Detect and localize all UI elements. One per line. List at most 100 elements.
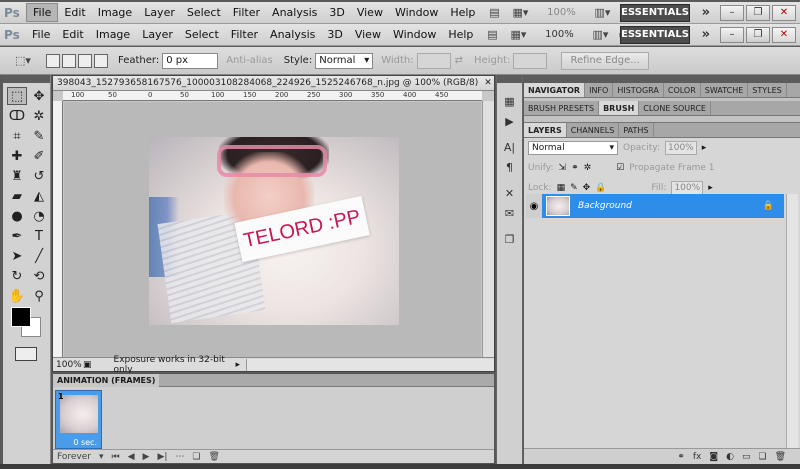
marquee-preset-icon[interactable]: ⬚▾	[12, 53, 34, 69]
opacity-input[interactable]: 100%	[665, 141, 697, 155]
lasso-tool-icon[interactable]: ↀ	[7, 107, 27, 125]
minimize-button[interactable]: –	[720, 26, 744, 43]
notes-icon[interactable]: ✉	[501, 205, 519, 221]
horizontal-ruler[interactable]: 100 50 0 50 100 150 200 250 300 350 400 …	[63, 91, 482, 101]
chevron-down-icon[interactable]: ▾	[99, 452, 104, 462]
character-icon[interactable]: A|	[501, 139, 519, 155]
canvas-area[interactable]: TELORD :PP	[64, 102, 481, 357]
eyedropper-tool-icon[interactable]: ✎	[29, 127, 49, 145]
eraser-tool-icon[interactable]: ▰	[7, 187, 27, 205]
menu-select[interactable]: Select	[181, 4, 227, 21]
menu-view[interactable]: View	[349, 26, 387, 43]
tab-brush-presets[interactable]: BRUSH PRESETS	[524, 101, 600, 115]
crop-tool-icon[interactable]: ⌗	[7, 127, 27, 145]
menu-filter[interactable]: Filter	[227, 4, 266, 21]
tab-color[interactable]: COLOR	[664, 83, 701, 97]
tab-swatches[interactable]: SWATCHE	[701, 83, 749, 97]
unify-position-icon[interactable]: ⇲	[559, 163, 567, 173]
tab-brush[interactable]: BRUSH	[599, 101, 640, 115]
menu-analysis[interactable]: Analysis	[264, 26, 321, 43]
menu-edit[interactable]: Edit	[58, 4, 91, 21]
loop-select[interactable]: Forever	[57, 452, 91, 462]
menu-select[interactable]: Select	[179, 26, 225, 43]
chevron-right-icon[interactable]: »	[702, 27, 710, 42]
delete-layer-icon[interactable]: 🗑	[775, 452, 786, 462]
tab-layers[interactable]: LAYERS	[524, 123, 567, 137]
status-icon[interactable]: ▣	[83, 360, 92, 370]
swap-icon[interactable]: ⇄	[455, 55, 463, 66]
arrange-icon[interactable]: ▥▾	[589, 27, 611, 43]
new-layer-icon[interactable]: ❏	[758, 452, 766, 462]
pen-tool-icon[interactable]: ✒	[7, 227, 27, 245]
zoom-level[interactable]: 100%	[531, 27, 587, 43]
bridge-icon[interactable]: ▤	[483, 5, 505, 21]
paragraph-icon[interactable]: ¶	[501, 159, 519, 175]
status-menu-icon[interactable]: ▸	[236, 360, 241, 370]
dock-header[interactable]	[524, 75, 800, 83]
menu-3d[interactable]: 3D	[321, 26, 348, 43]
menu-filter[interactable]: Filter	[225, 26, 264, 43]
actions-icon[interactable]: ▶	[501, 113, 519, 129]
propagate-checkbox[interactable]: ☑	[616, 163, 624, 173]
blend-mode-select[interactable]: Normal ▾	[528, 141, 618, 155]
paint-bucket-tool-icon[interactable]: ◭	[29, 187, 49, 205]
extras-icon[interactable]: ▦▾	[507, 27, 529, 43]
close-button[interactable]: ✕	[772, 26, 796, 43]
healing-brush-tool-icon[interactable]: ✚	[7, 147, 27, 165]
add-selection-icon[interactable]	[62, 53, 76, 68]
dodge-tool-icon[interactable]: ◔	[29, 207, 49, 225]
foreground-color-swatch[interactable]	[11, 307, 31, 327]
marquee-tool-icon[interactable]: ⬚	[7, 87, 27, 105]
link-layers-icon[interactable]: ⚭	[677, 452, 685, 462]
frame-delay[interactable]: 0 sec.	[73, 438, 97, 447]
menu-window[interactable]: Window	[387, 26, 442, 43]
unify-style-icon[interactable]: ✲	[584, 163, 592, 173]
menu-file[interactable]: File	[26, 3, 59, 22]
lock-pixels-icon[interactable]: ✎	[570, 183, 578, 193]
menu-file[interactable]: File	[26, 26, 56, 43]
arrange-icon[interactable]: ▥▾	[591, 5, 613, 21]
clone-stamp-tool-icon[interactable]: ♜	[7, 167, 27, 185]
extras-icon[interactable]: ▦▾	[509, 5, 531, 21]
lock-all-icon[interactable]: 🔒	[595, 183, 606, 193]
chevron-right-icon[interactable]: ▸	[702, 143, 707, 153]
lock-transparency-icon[interactable]: ▦	[557, 183, 566, 193]
layers-scrollbar[interactable]	[786, 194, 798, 469]
new-group-icon[interactable]: ▭	[742, 452, 751, 462]
tab-histogram[interactable]: HISTOGRA	[613, 83, 664, 97]
workspace-switcher[interactable]: ESSENTIALS	[620, 25, 690, 44]
vertical-ruler[interactable]	[53, 101, 63, 357]
history-brush-tool-icon[interactable]: ↺	[29, 167, 49, 185]
adjustment-layer-icon[interactable]: ◐	[726, 452, 734, 462]
tween-icon[interactable]: ⋯	[175, 452, 184, 462]
menu-view[interactable]: View	[351, 4, 389, 21]
tool-presets-icon[interactable]: ✕	[501, 185, 519, 201]
layer-comps-icon[interactable]: ❐	[501, 231, 519, 247]
restore-button[interactable]: ❐	[746, 26, 770, 43]
bridge-icon[interactable]: ▤	[481, 27, 503, 43]
quick-mask-icon[interactable]	[15, 347, 37, 361]
tab-info[interactable]: INFO	[585, 83, 614, 97]
tab-channels[interactable]: CHANNELS	[567, 123, 620, 137]
magic-wand-tool-icon[interactable]: ✲	[29, 107, 49, 125]
layer-style-icon[interactable]: fx	[693, 452, 702, 462]
style-select[interactable]: Normal ▾	[315, 52, 374, 69]
tab-paths[interactable]: PATHS	[619, 123, 654, 137]
layer-row-background[interactable]: ◉ Background 🔒	[526, 194, 784, 218]
document-tab[interactable]: 398043_152793658167576_100003108284068_2…	[53, 76, 494, 91]
chevron-right-icon[interactable]: ▸	[708, 183, 713, 193]
feather-input[interactable]: 0 px	[162, 52, 219, 69]
workspace-switcher[interactable]: ESSENTIALS	[620, 3, 690, 22]
doc-zoom-field[interactable]: 100%	[53, 360, 83, 370]
refine-edge-button[interactable]: Refine Edge...	[561, 51, 649, 70]
delete-frame-icon[interactable]: 🗑	[209, 452, 220, 462]
path-selection-tool-icon[interactable]: ➤	[7, 247, 27, 265]
type-tool-icon[interactable]: T	[29, 227, 49, 245]
tab-clone-source[interactable]: CLONE SOURCE	[639, 101, 711, 115]
eye-icon[interactable]: ◉	[526, 194, 542, 218]
menu-image[interactable]: Image	[92, 4, 138, 21]
move-tool-icon[interactable]: ✥	[29, 87, 49, 105]
blur-tool-icon[interactable]: ●	[7, 207, 27, 225]
shape-tool-icon[interactable]: ╱	[29, 247, 49, 265]
zoom-level[interactable]: 100%	[533, 5, 589, 21]
